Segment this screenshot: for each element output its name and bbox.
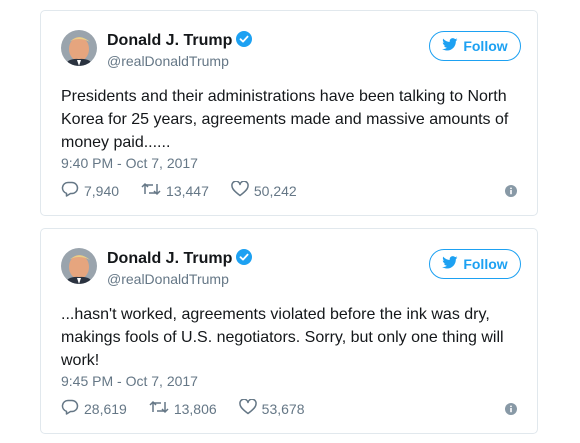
- reply-count: 28,619: [84, 400, 127, 417]
- follow-label: Follow: [463, 38, 508, 54]
- avatar[interactable]: [61, 30, 97, 66]
- twitter-bird-icon: [442, 256, 458, 272]
- verified-badge-icon: [236, 249, 253, 270]
- reply-button[interactable]: 28,619: [61, 399, 127, 418]
- like-heart-icon: [238, 398, 257, 418]
- follow-button[interactable]: Follow: [429, 31, 521, 61]
- verified-badge-icon: [236, 31, 253, 52]
- like-button[interactable]: 50,242: [231, 180, 297, 200]
- reply-icon: [61, 399, 79, 418]
- like-heart-icon: [231, 180, 249, 200]
- author-handle[interactable]: @realDonaldTrump: [107, 271, 229, 287]
- tweet-text: Presidents and their administrations hav…: [61, 88, 509, 151]
- author-name[interactable]: Donald J. Trump: [107, 249, 253, 270]
- reply-button[interactable]: 7,940: [61, 181, 119, 200]
- tweet-actions: 7,940 13,447 50,242: [61, 180, 319, 200]
- like-button[interactable]: 53,678: [238, 398, 305, 418]
- twitter-bird-icon: [442, 38, 458, 54]
- reply-count: 7,940: [84, 182, 120, 199]
- follow-label: Follow: [463, 256, 508, 272]
- retweet-button[interactable]: 13,447: [141, 181, 209, 200]
- tweet-actions: 28,619 13,806 53,678: [61, 398, 326, 418]
- tweet-card: Donald J. Trump @realDonaldTrump Follow …: [40, 10, 538, 216]
- author-name-label: Donald J. Trump: [107, 32, 233, 49]
- like-count: 53,678: [261, 400, 305, 417]
- like-count: 50,242: [253, 182, 297, 199]
- follow-button[interactable]: Follow: [429, 249, 521, 279]
- retweet-icon: [149, 399, 169, 418]
- retweet-button[interactable]: 13,806: [149, 399, 217, 418]
- retweet-count: 13,806: [173, 400, 217, 417]
- author-name[interactable]: Donald J. Trump: [107, 31, 253, 52]
- retweet-icon: [141, 181, 161, 200]
- retweet-count: 13,447: [166, 182, 209, 199]
- info-icon[interactable]: [505, 402, 517, 415]
- reply-icon: [61, 181, 79, 200]
- info-icon[interactable]: [505, 184, 517, 197]
- tweet-timestamp[interactable]: 9:40 PM - Oct 7, 2017: [61, 155, 198, 171]
- author-handle[interactable]: @realDonaldTrump: [107, 53, 229, 69]
- tweet-text: ...hasn't worked, agreements violated be…: [61, 306, 504, 369]
- avatar[interactable]: [61, 248, 97, 284]
- tweet-card: Donald J. Trump @realDonaldTrump Follow …: [40, 228, 538, 434]
- tweet-timestamp[interactable]: 9:45 PM - Oct 7, 2017: [61, 373, 198, 389]
- author-name-label: Donald J. Trump: [107, 250, 233, 267]
